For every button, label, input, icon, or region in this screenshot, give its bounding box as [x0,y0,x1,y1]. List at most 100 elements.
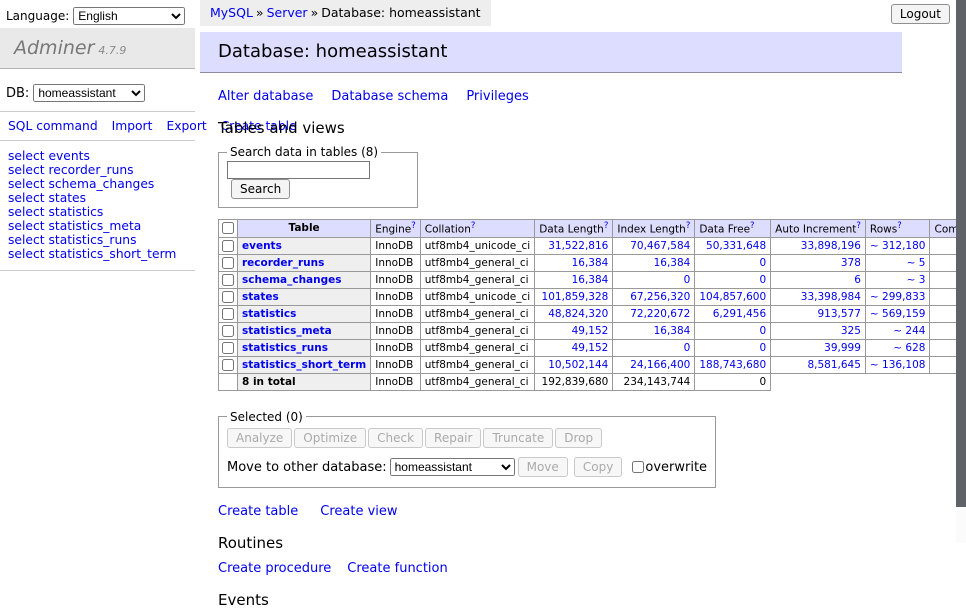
data-free-cell: 50,331,648 [695,237,771,254]
auto-increment-cell: 378 [771,254,866,271]
auto-increment-cell: 33,398,984 [771,288,866,305]
breadcrumb-bar: MySQL»Server»Database: homeassistant [200,0,902,26]
engine-help-link[interactable]: ? [411,221,416,231]
brand-header: Adminer4.7.9 [0,28,195,69]
create-view-link[interactable]: Create view [320,504,397,519]
database-schema-link[interactable]: Database schema [331,89,448,104]
row-checkbox[interactable] [222,291,234,303]
rows-cell: ~ 3 [865,271,930,288]
rows-help-link[interactable]: ? [897,221,902,231]
table-row-statistics-meta: statistics_meta InnoDB utf8mb4_general_c… [219,322,966,339]
auto-increment-help-link[interactable]: ? [856,221,861,231]
select-link[interactable]: select [8,177,45,191]
index-length-cell: 67,256,320 [613,288,695,305]
table-row-states: states InnoDB utf8mb4_unicode_ci 101,859… [219,288,966,305]
row-checkbox[interactable] [222,325,234,337]
auto-increment-cell: 913,577 [771,305,866,322]
col-rows: Rows? [865,220,930,238]
select-link[interactable]: select [8,149,45,163]
data-free-help-link[interactable]: ? [750,221,755,231]
select-link[interactable]: select [8,191,45,205]
table-name-link[interactable]: statistics_short_term [242,359,366,371]
table-row-statistics: statistics InnoDB utf8mb4_general_ci 48,… [219,305,966,322]
breadcrumb-server-link[interactable]: Server [267,5,308,20]
select-all-cell [219,220,238,238]
index-length-total: 234,143,744 [613,373,695,390]
table-link-schema-changes[interactable]: schema_changes [48,177,154,191]
table-link-states[interactable]: states [48,191,86,205]
import-link[interactable]: Import [112,119,153,133]
sidebar-item-events: select events [8,149,187,163]
table-name-link[interactable]: recorder_runs [242,257,324,269]
db-select[interactable]: homeassistant [33,84,145,102]
database-nav-links: Alter database Database schema Privileges [218,89,902,105]
table-name-link[interactable]: statistics_meta [242,325,332,337]
select-link[interactable]: select [8,219,45,233]
breadcrumb-mysql-link[interactable]: MySQL [210,5,253,20]
sql-command-link[interactable]: SQL command [8,119,98,133]
index-length-cell: 72,220,672 [613,305,695,322]
sidebar-item-statistics: select statistics [8,205,187,219]
table-name-link[interactable]: schema_changes [242,274,342,286]
create-table-link[interactable]: Create table [218,504,298,519]
rows-cell: ~ 312,180 [865,237,930,254]
data-length-cell: 10,502,144 [535,356,613,373]
alter-database-link[interactable]: Alter database [218,89,313,104]
create-function-link[interactable]: Create function [347,561,447,576]
table-link-statistics-short-term[interactable]: statistics_short_term [48,247,176,261]
table-row-schema-changes: schema_changes InnoDB utf8mb4_general_ci… [219,271,966,288]
create-procedure-link[interactable]: Create procedure [218,561,331,576]
analyze-button: Analyze [227,428,292,448]
data-length-cell: 101,859,328 [535,288,613,305]
table-link-events[interactable]: events [48,149,89,163]
rows-cell: ~ 299,833 [865,288,930,305]
table-link-statistics[interactable]: statistics [48,205,103,219]
select-link[interactable]: select [8,233,45,247]
select-link[interactable]: select [8,163,45,177]
table-name-link[interactable]: statistics_runs [242,342,328,354]
select-link[interactable]: select [8,247,45,261]
row-checkbox[interactable] [222,342,234,354]
row-checkbox[interactable] [222,308,234,320]
table-total-row: 8 in total InnoDB utf8mb4_general_ci 192… [219,373,966,390]
brand-name: Adminer [14,37,94,59]
table-row-statistics-short-term: statistics_short_term InnoDB utf8mb4_gen… [219,356,966,373]
sidebar-actions: SQL commandImportExportCreate table [0,112,180,140]
sidebar: Language:English Adminer4.7.9 DB:homeass… [0,0,195,609]
table-link-recorder-runs[interactable]: recorder_runs [48,163,133,177]
select-link[interactable]: select [8,205,45,219]
row-checkbox[interactable] [222,240,234,252]
selected-fieldset: Selected (0) AnalyzeOptimizeCheckRepairT… [218,410,716,488]
language-select[interactable]: English [73,7,185,25]
search-button[interactable]: Search [231,179,290,199]
move-database-select[interactable]: homeassistant [390,458,515,476]
search-input[interactable] [227,161,370,179]
selected-legend: Selected (0) [227,410,306,424]
col-collation: Collation? [420,220,534,238]
collation-cell: utf8mb4_general_ci [420,305,534,322]
index-length-help-link[interactable]: ? [686,221,691,231]
col-engine: Engine? [371,220,421,238]
overwrite-checkbox[interactable] [632,461,644,473]
sidebar-item-states: select states [8,191,187,205]
table-link-statistics-runs[interactable]: statistics_runs [48,233,136,247]
row-checkbox[interactable] [222,359,234,371]
table-link-statistics-meta[interactable]: statistics_meta [48,219,141,233]
scrollbar-thumb[interactable] [956,0,966,507]
vertical-scrollbar[interactable] [956,0,966,543]
search-fieldset: Search data in tables (8) Search [218,145,418,208]
collation-help-link[interactable]: ? [471,221,476,231]
table-name-link[interactable]: statistics [242,308,296,320]
table-name-link[interactable]: events [242,240,282,252]
privileges-link[interactable]: Privileges [466,89,529,104]
select-all-checkbox[interactable] [222,222,234,234]
row-checkbox[interactable] [222,257,234,269]
table-name-link[interactable]: states [242,291,279,303]
overwrite-label: overwrite [645,460,707,475]
data-length-help-link[interactable]: ? [604,221,609,231]
data-free-cell: 6,291,456 [695,305,771,322]
logout-button[interactable]: Logout [891,4,950,24]
index-length-cell: 0 [613,271,695,288]
row-checkbox[interactable] [222,274,234,286]
search-legend: Search data in tables (8) [227,145,381,159]
